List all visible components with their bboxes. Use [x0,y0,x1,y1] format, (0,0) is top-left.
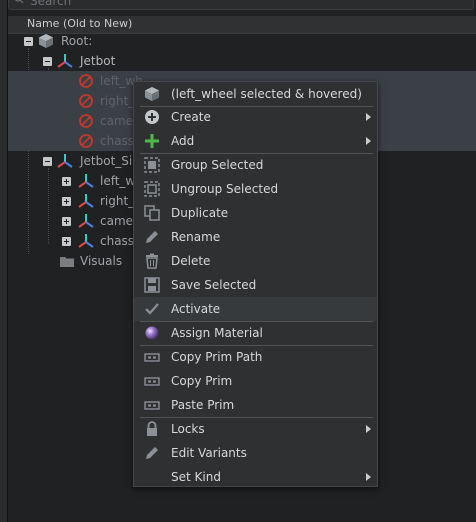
collapse-icon[interactable] [43,57,52,66]
menu-item-label: Edit Variants [171,446,247,460]
menu-item-copy-prim[interactable]: Copy Prim [134,369,377,393]
menu-item-rename[interactable]: Rename [134,225,377,249]
save-icon [144,277,160,293]
menu-item-locks[interactable]: Locks [134,417,377,441]
menu-item-label: Set Kind [171,470,221,484]
xform-icon [78,214,94,228]
copy-path-icon [144,353,160,362]
tree-label: left_w [100,174,136,188]
xform-icon [57,54,73,68]
cube-icon [39,34,53,48]
menu-item-label: Delete [171,254,211,268]
expand-icon[interactable] [62,177,71,186]
xform-icon [57,154,73,168]
column-title: Name (Old to New) [27,17,133,30]
menu-item-save-selected[interactable]: Save Selected [134,273,377,297]
expand-icon[interactable] [62,197,71,206]
menu-item-paste-prim[interactable]: Paste Prim [134,393,377,417]
xform-icon [78,174,94,188]
expand-icon[interactable] [62,217,71,226]
menu-item-activate[interactable]: Activate [134,297,377,321]
menu-item-assign-material[interactable]: Assign Material [134,321,377,345]
tree-label: Jetbot_Si [80,154,133,168]
tree-label: right_ [100,194,135,208]
submenu-arrow-icon [366,425,371,433]
tree-label: came [100,214,134,228]
menu-item-delete[interactable]: Delete [134,249,377,273]
material-sphere-icon [145,326,159,340]
menu-item-set-kind[interactable]: Set Kind [134,465,377,489]
menu-item-label: Create [171,110,211,124]
menu-item-label: Rename [171,230,221,244]
pencil-icon [146,447,158,459]
xform-icon [78,234,94,248]
cube-icon [145,87,159,101]
duplicate-icon [144,205,160,221]
disabled-icon [79,94,93,108]
menu-item-create[interactable]: Create [134,105,377,129]
submenu-arrow-icon [366,137,371,145]
group-icon [144,157,160,173]
context-menu: (left_wheel selected & hovered) Create A… [133,81,378,487]
menu-title: (left_wheel selected & hovered) [134,82,377,106]
menu-item-ungroup-selected[interactable]: Ungroup Selected [134,177,377,201]
disabled-icon [79,74,93,88]
collapse-icon[interactable] [24,37,33,46]
menu-item-edit-variants[interactable]: Edit Variants [134,441,377,465]
submenu-arrow-icon [366,113,371,121]
menu-item-label: Group Selected [171,158,264,172]
menu-item-label: Assign Material [171,326,263,340]
menu-item-label: Copy Prim [171,374,233,388]
copy-prim-icon [144,377,160,386]
folder-icon [60,257,74,267]
tree-row-root[interactable]: Root: [8,31,476,51]
menu-item-add[interactable]: Add [134,129,377,153]
menu-item-label: Copy Prim Path [171,350,263,364]
tree-label: Root: [61,34,93,48]
left-panel-edge [0,0,8,522]
menu-item-label: Save Selected [171,278,257,292]
menu-item-label: Locks [171,422,205,436]
plus-circle-icon [145,110,159,124]
plus-icon [145,134,159,148]
pencil-icon [146,231,158,243]
disabled-icon [79,134,93,148]
tree-label: chass [100,234,135,248]
search-input[interactable] [8,0,474,10]
paste-prim-icon [144,401,160,410]
lock-icon [147,421,157,436]
ungroup-icon [144,181,160,197]
expand-icon[interactable] [62,237,71,246]
tree-row-jetbot[interactable]: Jetbot [8,51,476,71]
menu-item-copy-prim-path[interactable]: Copy Prim Path [134,345,377,369]
trash-icon [146,253,158,269]
menu-item-duplicate[interactable]: Duplicate [134,201,377,225]
menu-item-label: Paste Prim [171,398,235,412]
menu-title-label: (left_wheel selected & hovered) [171,87,362,101]
search-placeholder: Search [30,0,72,8]
check-icon [145,303,159,315]
submenu-arrow-icon [366,473,371,481]
tree-label: right_ [100,94,135,108]
menu-item-label: Duplicate [171,206,229,220]
collapse-icon[interactable] [43,157,52,166]
tree-label: Visuals [80,254,123,268]
menu-item-label: Add [171,134,195,148]
disabled-icon [79,114,93,128]
tree-label: came [100,114,134,128]
menu-item-label: Activate [171,302,221,316]
tree-label: Jetbot [80,54,116,68]
tree-label: chass [100,134,135,148]
menu-item-label: Ungroup Selected [171,182,279,196]
menu-item-group-selected[interactable]: Group Selected [134,153,377,177]
xform-icon [78,194,94,208]
search-icon [15,0,24,4]
